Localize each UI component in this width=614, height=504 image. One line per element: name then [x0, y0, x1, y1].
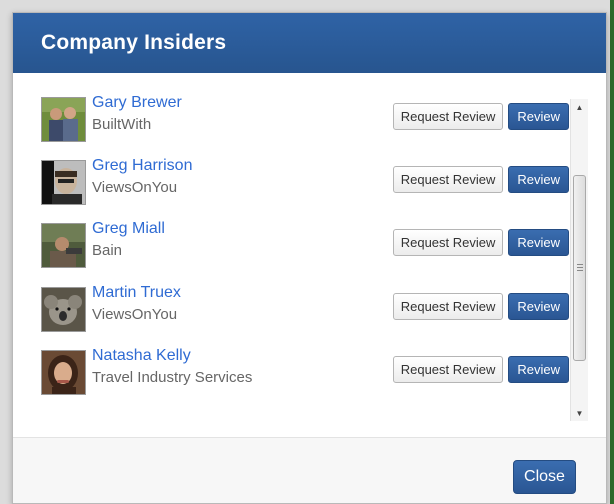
chevron-up-icon[interactable]: ▲ [571, 99, 588, 115]
request-review-button[interactable]: Request Review [392, 166, 504, 194]
insider-company: Bain [92, 242, 123, 260]
review-button[interactable]: Review [508, 292, 569, 320]
insiders-list: Gary Brewer BuiltWith Request Review Rev… [41, 93, 569, 409]
insider-actions: Request Review Review [392, 103, 569, 130]
insider-name-link[interactable]: Greg Miall [92, 219, 165, 239]
insider-company: ViewsOnYou [92, 305, 178, 323]
dialog-title: Company Insiders [41, 31, 227, 54]
dialog-footer: Close [13, 437, 606, 503]
backdrop-edge [610, 0, 614, 504]
insider-row: Gary Brewer BuiltWith Request Review Rev… [41, 93, 569, 156]
insider-name-link[interactable]: Natasha Kelly [92, 346, 252, 366]
close-button[interactable]: Close [513, 460, 576, 494]
grip-icon [577, 264, 583, 271]
insider-company: Travel Industry Services [92, 368, 253, 386]
insider-actions: Request Review Review [392, 292, 569, 320]
insider-info: Greg Harrison ViewsOnYou [92, 156, 192, 198]
avatar [41, 286, 86, 332]
review-button[interactable]: Review [508, 166, 569, 194]
review-button[interactable]: Review [508, 103, 569, 130]
request-review-button[interactable]: Request Review [392, 292, 504, 320]
dialog-header: Company Insiders [13, 13, 606, 73]
chevron-down-icon[interactable]: ▼ [571, 405, 588, 421]
insider-row: Greg Harrison ViewsOnYou Request Review … [41, 156, 569, 219]
company-insiders-dialog: Company Insiders Gary Brewer BuiltWith R… [12, 12, 607, 504]
insider-company: ViewsOnYou [92, 179, 178, 197]
avatar [41, 97, 86, 142]
insider-row: Greg Miall Bain Request Review Review [41, 219, 569, 282]
avatar [41, 160, 86, 206]
request-review-button[interactable]: Request Review [392, 229, 504, 257]
insider-info: Gary Brewer BuiltWith [92, 93, 182, 135]
insider-info: Natasha Kelly Travel Industry Services [92, 346, 252, 388]
insider-row: Martin Truex ViewsOnYou Request Review R… [41, 283, 569, 346]
avatar [41, 223, 86, 269]
insider-row: Natasha Kelly Travel Industry Services R… [41, 346, 569, 409]
insider-info: Martin Truex ViewsOnYou [92, 283, 181, 325]
insider-company: BuiltWith [92, 116, 152, 133]
dialog-body: Gary Brewer BuiltWith Request Review Rev… [13, 73, 606, 437]
avatar [41, 349, 86, 395]
request-review-button[interactable]: Request Review [392, 355, 504, 383]
list-scrollbar[interactable]: ▲ ▼ [570, 99, 588, 421]
insider-name-link[interactable]: Gary Brewer [92, 93, 182, 113]
scrollbar-thumb[interactable] [573, 175, 586, 361]
insider-actions: Request Review Review [392, 166, 569, 194]
insider-actions: Request Review Review [392, 229, 569, 257]
insider-name-link[interactable]: Greg Harrison [92, 156, 192, 176]
insider-name-link[interactable]: Martin Truex [92, 283, 181, 303]
insider-actions: Request Review Review [392, 355, 569, 383]
request-review-button[interactable]: Request Review [392, 103, 504, 130]
review-button[interactable]: Review [508, 229, 569, 257]
insider-info: Greg Miall Bain [92, 219, 165, 261]
review-button[interactable]: Review [508, 355, 569, 383]
